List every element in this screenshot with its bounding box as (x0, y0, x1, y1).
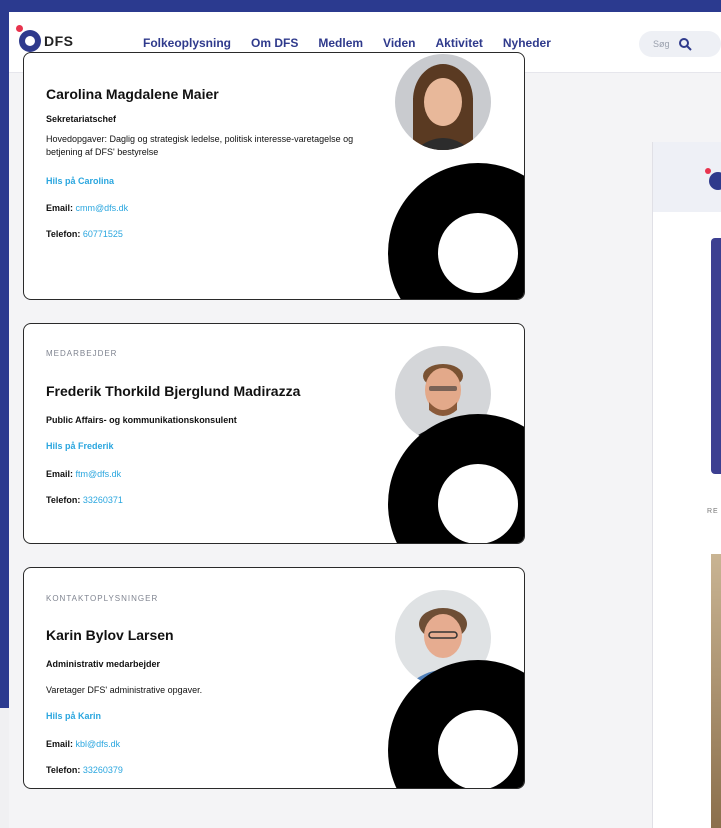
menu-item-medlem[interactable]: Medlem (318, 36, 363, 50)
menu-item-folkeoplysning[interactable]: Folkeoplysning (143, 36, 231, 50)
email-label: Email: (46, 203, 74, 213)
browser-viewport: DFS Folkeoplysning Om DFS Medlem Viden A… (9, 12, 721, 828)
search-button[interactable]: Søg (639, 31, 721, 57)
staff-role: Sekretariatschef (46, 114, 117, 124)
secondary-photo (711, 554, 721, 828)
background-panel (0, 708, 9, 828)
staff-card: Carolina Magdalene Maier Sekretariatsche… (23, 52, 525, 300)
portrait-image (395, 54, 491, 150)
secondary-logo-dot-icon (705, 168, 711, 174)
card-category-label: MEDARBEJDER (46, 349, 118, 358)
greet-link[interactable]: Hils på Frederik (46, 441, 114, 451)
phone-link[interactable]: 33260371 (83, 495, 123, 505)
search-label: Søg (653, 39, 670, 49)
decorative-circle-icon (388, 660, 524, 788)
staff-role: Public Affairs- og kommunikationskonsule… (46, 415, 237, 425)
greet-link[interactable]: Hils på Karin (46, 711, 101, 721)
staff-name: Karin Bylov Larsen (46, 627, 174, 643)
secondary-banner (711, 238, 721, 474)
email-row: Email: kbl@dfs.dk (46, 739, 120, 749)
staff-description: Varetager DFS' administrative opgaver. (46, 685, 203, 695)
search-icon (678, 38, 692, 51)
phone-link[interactable]: 60771525 (83, 229, 123, 239)
staff-role: Administrativ medarbejder (46, 659, 161, 669)
email-link[interactable]: cmm@dfs.dk (76, 203, 129, 213)
staff-name: Frederik Thorkild Bjerglund Madirazza (46, 383, 301, 399)
logo-circle-icon (16, 25, 41, 52)
menu-item-om-dfs[interactable]: Om DFS (251, 36, 298, 50)
email-label: Email: (46, 739, 74, 749)
main-menu: Folkeoplysning Om DFS Medlem Viden Aktiv… (143, 36, 571, 50)
phone-row: Telefon: 33260371 (46, 495, 123, 505)
logo-dot-icon (16, 25, 23, 32)
greet-link[interactable]: Hils på Carolina (46, 176, 114, 186)
logo-text: DFS (44, 33, 74, 49)
staff-description: Hovedopgaver: Daglig og strategisk ledel… (46, 134, 354, 157)
email-link[interactable]: kbl@dfs.dk (76, 739, 121, 749)
menu-item-nyheder[interactable]: Nyheder (503, 36, 551, 50)
secondary-window: RE (652, 142, 721, 828)
phone-row: Telefon: 60771525 (46, 229, 123, 239)
phone-link[interactable]: 33260379 (83, 765, 123, 775)
email-label: Email: (46, 469, 74, 479)
email-row: Email: ftm@dfs.dk (46, 469, 121, 479)
phone-row: Telefon: 33260379 (46, 765, 123, 775)
staff-avatar (395, 54, 491, 150)
phone-label: Telefon: (46, 765, 81, 775)
phone-label: Telefon: (46, 229, 81, 239)
staff-card: MEDARBEJDER Frederik Thorkild Bjerglund … (23, 323, 525, 544)
phone-label: Telefon: (46, 495, 81, 505)
menu-item-viden[interactable]: Viden (383, 36, 415, 50)
secondary-logo-icon (709, 172, 721, 190)
decorative-circle-icon (388, 414, 524, 543)
card-category-label: KONTAKTOPLYSNINGER (46, 594, 159, 603)
email-row: Email: cmm@dfs.dk (46, 203, 128, 213)
secondary-label: RE (707, 508, 719, 515)
staff-card: KONTAKTOPLYSNINGER Karin Bylov Larsen Ad… (23, 567, 525, 789)
staff-list: Carolina Magdalene Maier Sekretariatsche… (9, 52, 533, 828)
staff-name: Carolina Magdalene Maier (46, 86, 219, 102)
menu-item-aktivitet[interactable]: Aktivitet (436, 36, 483, 50)
decorative-circle-icon (388, 163, 524, 299)
dfs-logo[interactable]: DFS (16, 25, 74, 52)
email-link[interactable]: ftm@dfs.dk (76, 469, 122, 479)
